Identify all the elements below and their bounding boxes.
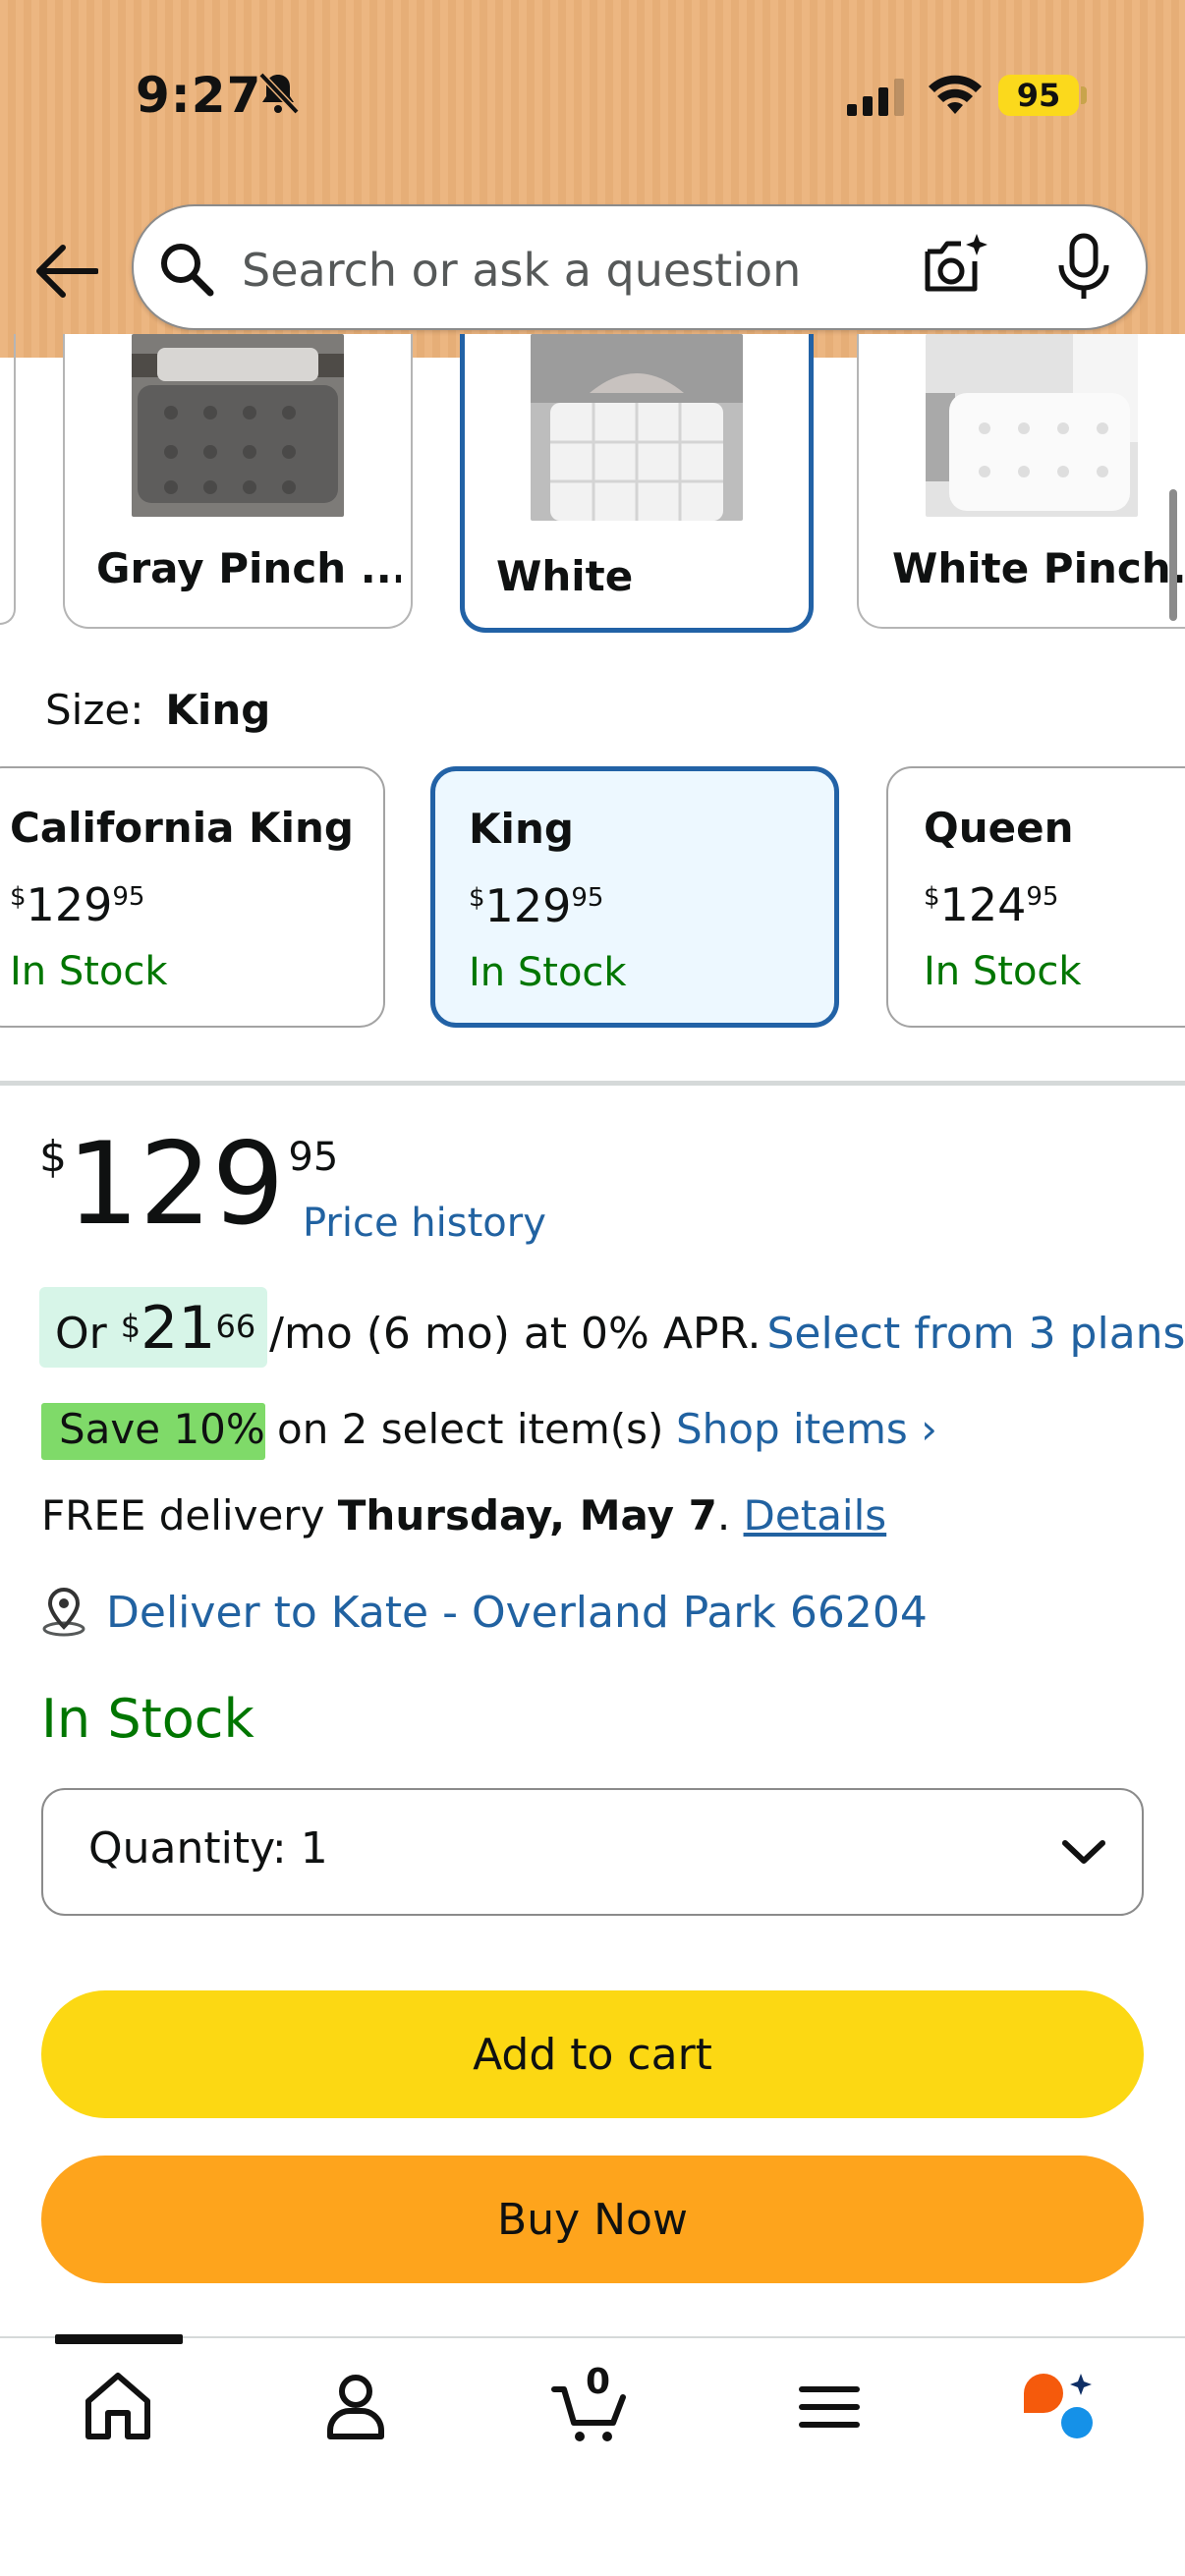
save-badge-label: Save 10% [59,1405,265,1453]
nav-active-indicator [55,2334,183,2344]
scrollbar[interactable] [1169,489,1177,621]
product-image-white-pinch [926,334,1138,517]
installment-offer: Or $2166 /mo (6 mo) at 0% APR. Select fro… [55,1294,1185,1363]
delivery-info: FREE delivery Thursday, May 7. Details [41,1491,887,1540]
status-time: 9:27 [136,67,262,124]
mic-icon[interactable] [1053,232,1114,303]
price-history-link[interactable]: Price history [303,1201,546,1246]
size-option-queen[interactable]: Queen $12495 In Stock [886,766,1185,1028]
size-value: King [165,686,271,734]
size-option-price: $12995 [10,878,145,931]
color-option-label: Gray Pinch ... [96,544,401,592]
account-icon[interactable] [316,2368,395,2446]
rufus-icon[interactable] [1020,2368,1099,2446]
chevron-down-icon [1062,1840,1105,1864]
search-input[interactable]: Search or ask a question [242,244,801,297]
battery-tip [1081,86,1087,104]
size-option-king[interactable]: King $12995 In Stock [430,766,839,1028]
size-option-name: Queen [924,804,1074,852]
product-price: $129 95 [39,1118,339,1251]
location-pin-icon [42,1587,85,1637]
wifi-icon [929,75,982,114]
menu-icon[interactable] [790,2368,869,2446]
product-image-gray [132,334,344,517]
size-option-stock: In Stock [10,949,168,994]
size-option-price: $12495 [924,878,1059,931]
back-arrow-icon[interactable] [33,242,98,301]
deliver-to-link[interactable]: Deliver to Kate - Overland Park 66204 [106,1588,928,1638]
quantity-value: 1 [300,1823,328,1874]
color-option-white-pinch[interactable]: White Pinch... [857,334,1185,629]
size-label: Size: [45,686,144,734]
color-option-white[interactable]: White [460,334,814,633]
add-to-cart-button[interactable]: Add to cart [41,1990,1144,2118]
product-image-white [531,334,743,521]
size-option-california-king[interactable]: California King $12995 In Stock [0,766,385,1028]
camera-icon[interactable] [922,232,988,299]
size-selected-row: Size: King [45,686,270,734]
buy-now-button[interactable]: Buy Now [41,2156,1144,2283]
color-option-partial[interactable] [0,334,16,625]
search-icon [161,244,214,297]
home-icon[interactable] [79,2368,157,2446]
size-option-price: $12995 [469,879,604,932]
product-page-screen: 9:27 95 Search or ask a question Gray Pi… [0,0,1185,2576]
delivery-details-link[interactable]: Details [744,1491,887,1540]
color-option-label: White [496,552,634,600]
bell-slash-icon [258,72,300,115]
battery-icon: 95 [998,75,1079,116]
size-option-name: King [469,805,574,853]
availability-status: In Stock [41,1688,254,1750]
size-option-stock: In Stock [924,949,1082,994]
section-divider [0,1081,1185,1086]
signal-icon [847,79,904,116]
size-option-name: California King [10,804,354,852]
promo-text: on 2 select item(s) [277,1405,664,1453]
cart-count-badge: 0 [586,2362,611,2402]
color-option-label: White Pinch... [892,544,1183,592]
select-plans-link[interactable]: Select from 3 plans [766,1309,1185,1359]
shop-items-link[interactable]: Shop items › [676,1405,937,1453]
quantity-label: Quantity: 1 [88,1823,328,1874]
color-option-gray-pinch[interactable]: Gray Pinch ... [63,334,413,629]
size-option-stock: In Stock [469,950,627,995]
